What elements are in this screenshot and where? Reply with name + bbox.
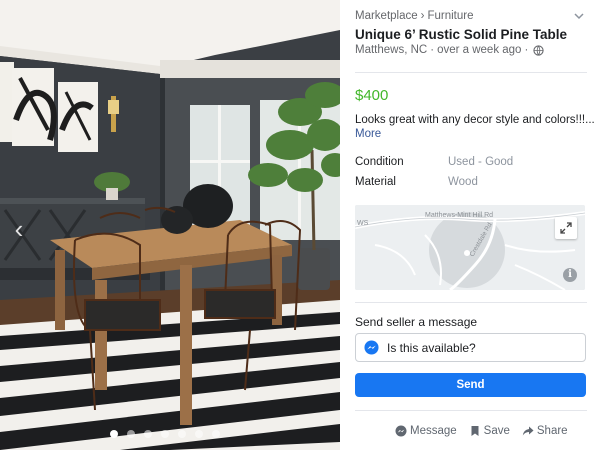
send-button[interactable]: Send bbox=[355, 373, 586, 397]
more-link[interactable]: More bbox=[355, 128, 381, 140]
send-message-heading: Send seller a message bbox=[355, 315, 478, 329]
listing-photo[interactable]: ‹ bbox=[0, 0, 340, 450]
breadcrumb-furniture[interactable]: Furniture bbox=[427, 10, 473, 22]
dining-room-image bbox=[0, 0, 340, 450]
location-map[interactable]: Matthews-Mint Hill Rd Crestdale Rd WS i bbox=[355, 205, 585, 290]
divider bbox=[355, 72, 587, 73]
share-icon bbox=[522, 426, 534, 436]
globe-icon bbox=[533, 44, 544, 56]
listing-price: $400 bbox=[355, 87, 389, 104]
photo-dot-7[interactable] bbox=[212, 430, 220, 438]
messenger-icon bbox=[395, 425, 407, 437]
divider bbox=[355, 410, 587, 411]
listing-location: Matthews, NC bbox=[355, 44, 428, 56]
save-action-label: Save bbox=[483, 425, 510, 437]
message-input[interactable]: Is this available? bbox=[355, 333, 586, 362]
bookmark-icon bbox=[471, 426, 479, 436]
save-action-button[interactable]: Save bbox=[469, 425, 510, 437]
attr-label-material: Material bbox=[355, 176, 396, 188]
breadcrumb: Marketplace › Furniture bbox=[355, 10, 474, 22]
info-icon[interactable]: i bbox=[563, 268, 577, 282]
map-road-label-1: Matthews-Mint Hill Rd bbox=[425, 212, 493, 219]
messenger-icon bbox=[364, 340, 379, 355]
listing-title: Unique 6’ Rustic Solid Pine Table bbox=[355, 27, 568, 42]
photo-dot-5[interactable] bbox=[178, 430, 186, 438]
chevron-down-icon[interactable] bbox=[572, 9, 586, 23]
map-graphic: Matthews-Mint Hill Rd Crestdale Rd WS bbox=[355, 205, 585, 290]
breadcrumb-separator: › bbox=[420, 10, 425, 22]
share-action-label: Share bbox=[536, 425, 568, 437]
previous-photo-button[interactable]: ‹ bbox=[8, 212, 30, 246]
meta-separator-2: · bbox=[524, 44, 529, 56]
message-input-value: Is this available? bbox=[387, 340, 476, 355]
listing-meta: Matthews, NC · over a week ago · bbox=[355, 44, 544, 56]
photo-dot-3[interactable] bbox=[144, 430, 152, 438]
listing-description: Looks great with any decor style and col… bbox=[355, 114, 595, 126]
attr-value-material: Wood bbox=[448, 176, 478, 188]
share-action-button[interactable]: Share bbox=[522, 425, 568, 437]
attr-label-condition: Condition bbox=[355, 156, 404, 168]
photo-dot-6[interactable] bbox=[195, 430, 203, 438]
map-road-label-3: WS bbox=[357, 220, 369, 227]
divider bbox=[355, 302, 587, 303]
photo-dot-1[interactable] bbox=[110, 430, 118, 438]
attr-value-condition: Used - Good bbox=[448, 156, 514, 168]
breadcrumb-marketplace[interactable]: Marketplace bbox=[355, 10, 418, 22]
message-action-label: Message bbox=[410, 425, 457, 437]
photo-dot-2[interactable] bbox=[127, 430, 135, 438]
message-action-button[interactable]: Message bbox=[395, 425, 457, 437]
meta-separator-1: · bbox=[430, 44, 435, 56]
expand-icon bbox=[560, 222, 572, 234]
expand-map-button[interactable] bbox=[555, 217, 577, 239]
photo-dot-4[interactable] bbox=[161, 430, 169, 438]
photo-pagination bbox=[110, 430, 220, 438]
listing-actions: Message Save Share bbox=[395, 425, 568, 437]
listing-details-panel: Marketplace › Furniture Unique 6’ Rustic S… bbox=[340, 0, 600, 450]
listing-posted-time: over a week ago bbox=[437, 44, 522, 56]
